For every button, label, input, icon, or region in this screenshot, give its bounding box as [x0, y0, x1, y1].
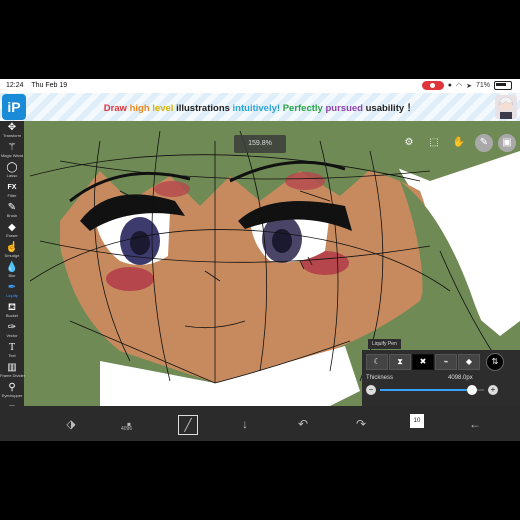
tool-label: Liquify — [6, 293, 18, 298]
lasso-icon: ◯ — [6, 162, 18, 173]
layers-button[interactable]: 10 — [410, 414, 424, 428]
liquify-mode-expand-icon[interactable]: ✖ — [412, 354, 434, 370]
tool-label: Blur — [8, 273, 16, 278]
tool-label: Vector — [6, 333, 18, 338]
tool-label: Magic Wand — [0, 153, 24, 158]
banner-segment: intuitively! — [232, 103, 283, 114]
gallery-icon[interactable]: ▣ — [498, 134, 516, 152]
color-swatch-icon[interactable]: ╱ — [178, 415, 198, 435]
eraser-icon: ◆ — [8, 222, 16, 233]
thickness-slider-knob[interactable] — [466, 385, 477, 395]
tool-vector[interactable]: ✑ Vector — [0, 322, 24, 338]
tool-label: Transform — [2, 133, 22, 138]
arrow-down-icon[interactable]: ↓ — [236, 415, 254, 433]
liquify-mode-twirl-icon[interactable]: ⌁ — [435, 354, 457, 370]
status-bar: 12:24 Thu Feb 19 ● ◠ ➤ 71% — [0, 79, 520, 93]
vector-icon: ✑ — [7, 322, 17, 333]
liquify-mode-moon-icon[interactable]: ☾ — [366, 354, 388, 370]
tool-label: Brush — [6, 213, 18, 218]
move-icon: ✥ — [7, 122, 17, 133]
tool-lasso[interactable]: ◯ Lasso — [0, 162, 24, 178]
liquify-icon: ✒ — [7, 282, 17, 293]
tool-label: Text — [8, 353, 16, 358]
tool-bucket[interactable]: ⛾ Bucket — [0, 302, 24, 318]
banner-segment: Perfectly — [282, 103, 326, 114]
tool-filter[interactable]: FX Filter — [0, 182, 24, 198]
smudge-icon: ☝ — [5, 242, 19, 253]
liquify-panel-title: Liquify Pen — [368, 339, 401, 349]
thickness-minus-button[interactable]: − — [366, 385, 376, 395]
tool-brush[interactable]: ✎ Brush — [0, 202, 24, 218]
tool-frame-divider[interactable]: ▥ Frame Divider — [0, 362, 26, 378]
thickness-label: Thickness — [366, 375, 394, 381]
tool-label: Eraser — [6, 233, 18, 238]
frame-divider-icon: ▥ — [7, 362, 17, 373]
tool-label: Filter — [7, 193, 17, 198]
tool-label: Eyedropper — [1, 393, 23, 398]
location-icon: ➤ — [466, 82, 472, 90]
magic-wand-icon: ⚚ — [7, 142, 17, 153]
eyedropper-icon: ⚲ — [8, 382, 16, 393]
tool-text[interactable]: T Text — [0, 342, 24, 358]
redo-icon[interactable]: ↷ — [352, 415, 370, 433]
screen-recording-icon — [421, 81, 444, 90]
banner-text: Draw high level illustrations intuitivel… — [0, 100, 520, 114]
hand-icon[interactable]: ✋ — [450, 134, 468, 152]
tool-magic-wand[interactable]: ⚚ Magic Wand — [0, 142, 24, 158]
battery-percent: 71% — [475, 82, 490, 89]
tool-label: Bucket — [5, 313, 19, 318]
banner-character-avatar — [495, 95, 517, 119]
liquify-mode-eraser-icon[interactable]: ◆ — [458, 354, 480, 370]
left-toolbar: ✥ Transform ⚚ Magic Wand ◯ Lasso FX Filt… — [0, 121, 26, 431]
fx-icon: FX — [7, 184, 17, 191]
banner-segment: high — [129, 103, 153, 114]
bottom-toolbar: ⬗ ▪ 4096 ╱ ↓ ↶ ↷ 10 ← — [0, 406, 520, 441]
tool-label: Lasso — [6, 173, 18, 178]
tool-eraser[interactable]: ◆ Eraser — [0, 222, 24, 238]
liquify-mode-pinch-icon[interactable]: ⧗ — [389, 354, 411, 370]
banner-segment: Draw — [103, 103, 130, 114]
selection-icon[interactable]: ⬚ — [425, 134, 443, 152]
ad-banner[interactable]: iP Draw high level illustrations intuiti… — [0, 93, 520, 121]
thickness-plus-button[interactable]: + — [488, 385, 498, 395]
banner-segment: level — [152, 103, 177, 114]
banner-segment: illustrations — [176, 103, 233, 114]
tablet-screen: 12:24 Thu Feb 19 ● ◠ ➤ 71% iP Draw high … — [0, 79, 520, 441]
banner-segment: usability ！ — [365, 103, 417, 114]
toggle-icon[interactable]: ⚙ — [400, 134, 418, 152]
tool-label: Smudge — [4, 253, 20, 258]
zoom-indicator: 159.8% — [234, 135, 286, 153]
liquify-swap-icon[interactable]: ⇅ — [486, 353, 504, 371]
undo-icon[interactable]: ↶ — [294, 415, 312, 433]
text-icon: T — [8, 342, 16, 353]
battery-icon — [494, 81, 512, 90]
status-date: Thu Feb 19 — [31, 82, 68, 89]
tool-transform[interactable]: ✥ Transform — [0, 122, 24, 138]
thickness-slider-fill — [380, 389, 472, 391]
blur-icon: 💧 — [5, 262, 19, 273]
bucket-icon: ⛾ — [7, 302, 17, 313]
thickness-value: 4098.0px — [448, 375, 473, 381]
tool-blur[interactable]: 💧 Blur — [0, 262, 24, 278]
wifi-icon: ◠ — [456, 82, 463, 90]
tool-smudge[interactable]: ☝ Smudge — [0, 242, 24, 258]
banner-segment: pursued — [325, 103, 366, 114]
tool-label: Frame Divider — [0, 373, 26, 378]
back-arrow-icon[interactable]: ← — [466, 415, 484, 433]
transform-select-icon[interactable]: ⬗ — [62, 415, 80, 433]
pen-icon[interactable]: ✎ — [475, 134, 493, 152]
tool-liquify[interactable]: ✒ Liquify — [0, 282, 24, 298]
brush-icon: ✎ — [7, 202, 17, 213]
tool-eyedropper[interactable]: ⚲ Eyedropper — [0, 382, 24, 398]
brush-size-label: 4096 — [121, 426, 133, 432]
status-time: 12:24 — [6, 82, 24, 89]
mic-icon: ● — [447, 82, 452, 89]
